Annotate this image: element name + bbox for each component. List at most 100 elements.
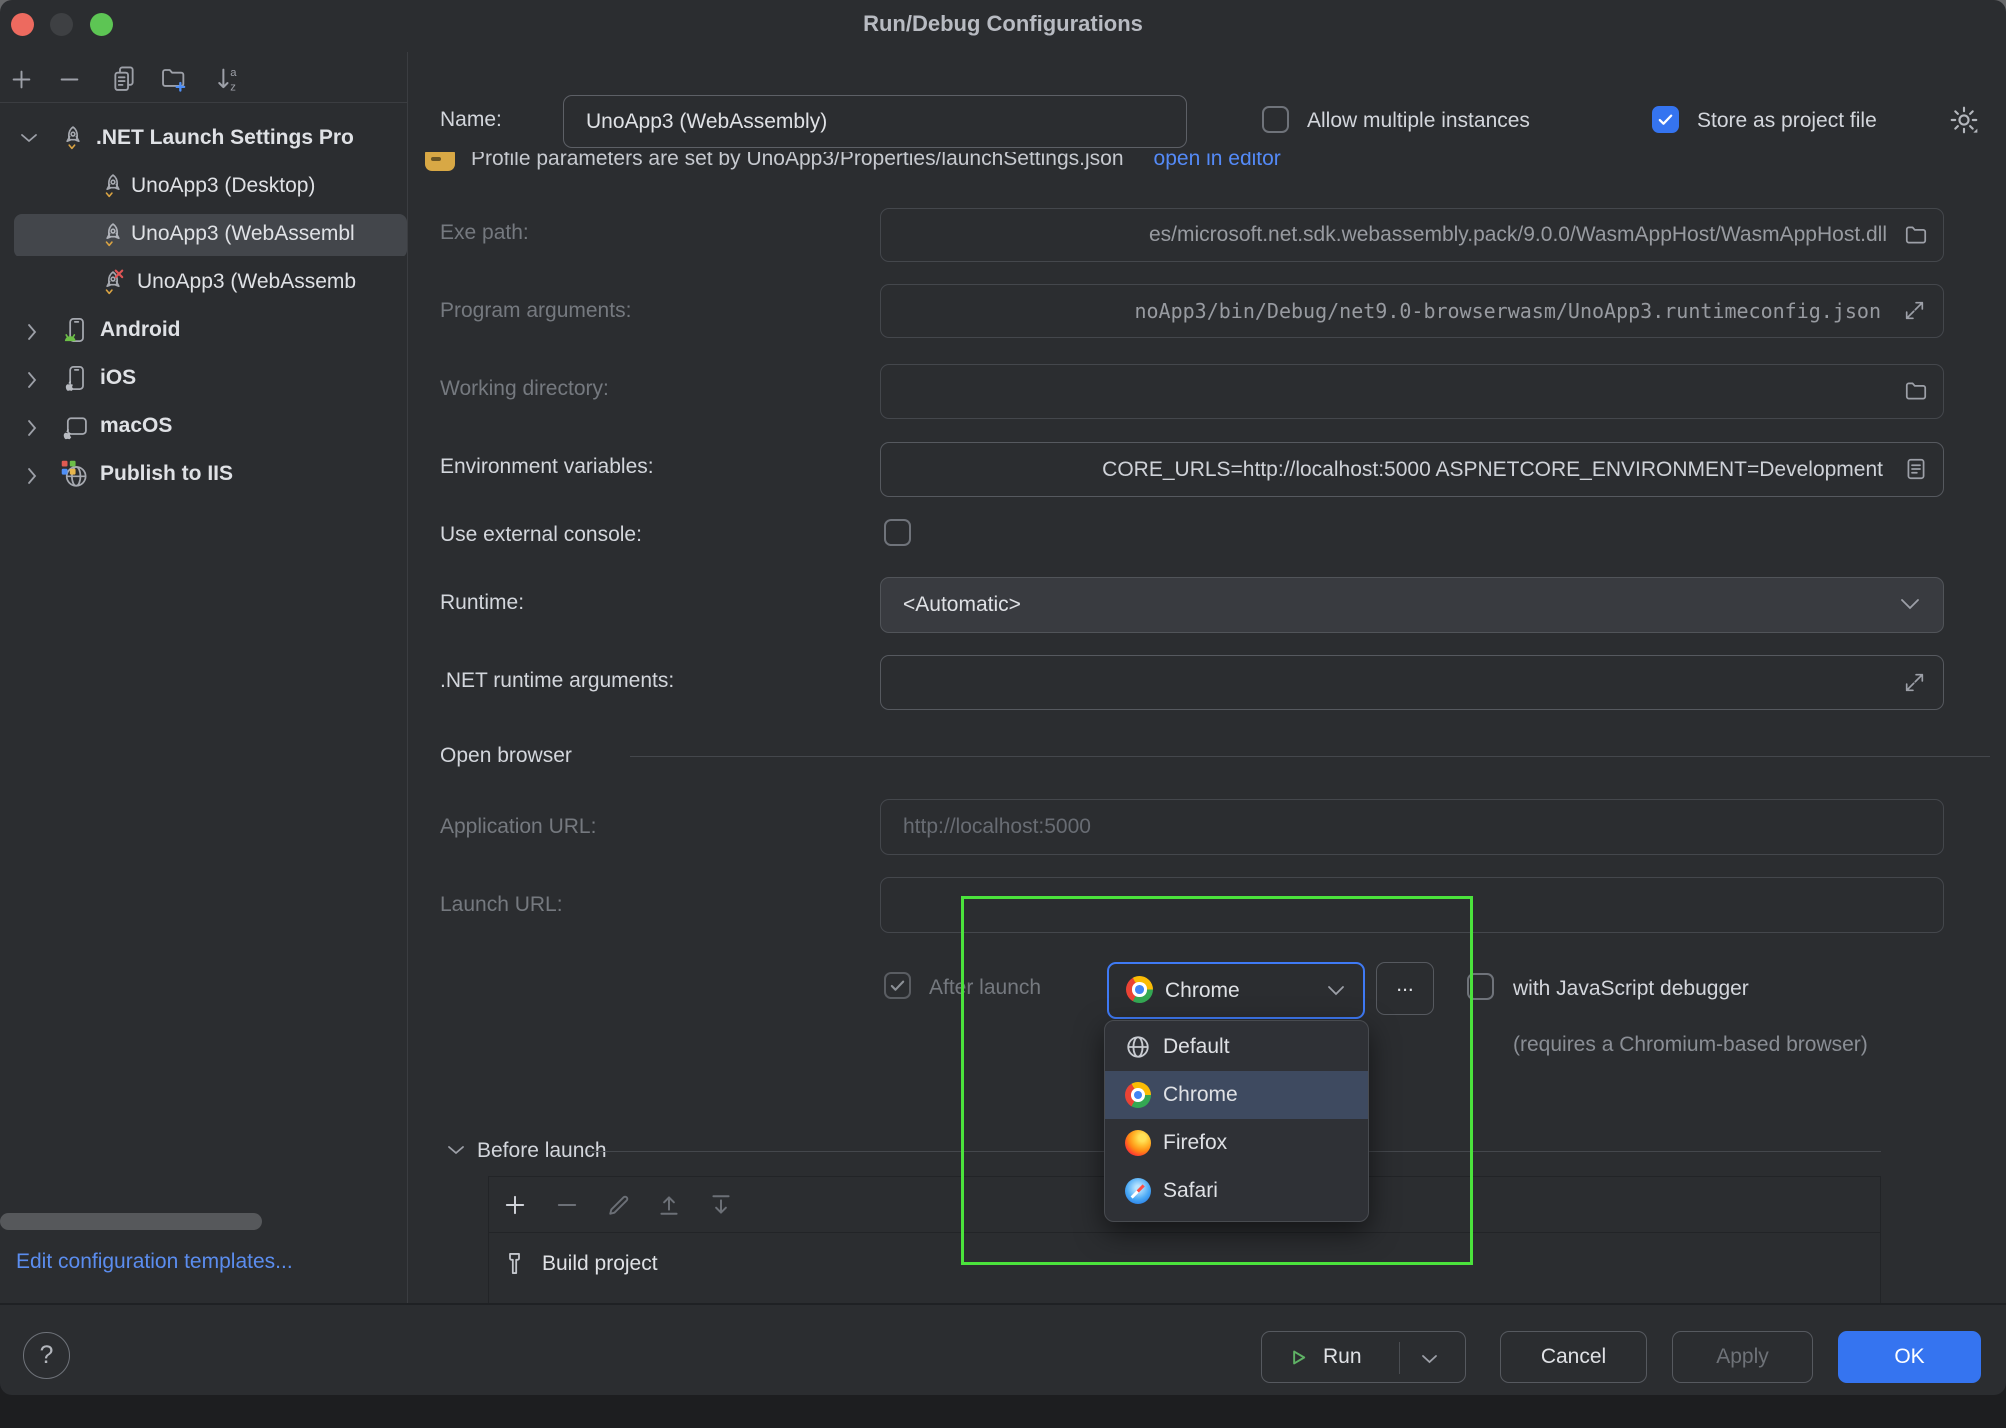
cancel-label: Cancel: [1541, 1345, 1606, 1369]
chevron-right-icon[interactable]: [26, 371, 38, 389]
chevron-right-icon[interactable]: [26, 419, 38, 437]
sidebar-horizontal-scrollbar[interactable]: [0, 1213, 262, 1230]
sidebar: az .NET Launch Settings Pro UnoApp3 (Des…: [0, 52, 408, 1303]
help-button[interactable]: ?: [23, 1332, 70, 1379]
chevron-down-icon[interactable]: [1420, 1353, 1439, 1365]
tree-item-label: Android: [100, 318, 180, 342]
apply-button[interactable]: Apply: [1672, 1331, 1813, 1383]
svg-text:a: a: [230, 67, 237, 79]
sidebar-item-android[interactable]: Android: [0, 308, 407, 352]
working-directory-input[interactable]: [880, 364, 1944, 419]
environment-variables-input[interactable]: CORE_URLS=http://localhost:5000 ASPNETCO…: [880, 442, 1944, 497]
folder-icon[interactable]: [1903, 222, 1929, 248]
new-folder-button[interactable]: [158, 64, 190, 94]
sidebar-item-ios[interactable]: iOS: [0, 356, 407, 400]
add-configuration-button[interactable]: [8, 66, 35, 93]
warning-icon: [425, 152, 455, 171]
tree-item-label: UnoApp3 (WebAssemb: [137, 270, 356, 294]
store-as-project-file-checkbox[interactable]: [1652, 106, 1679, 133]
help-label: ?: [40, 1341, 54, 1370]
use-external-console-checkbox[interactable]: [884, 519, 911, 546]
chevron-down-icon[interactable]: [20, 132, 38, 144]
move-task-up-button[interactable]: [655, 1191, 683, 1219]
run-split-button[interactable]: Run: [1261, 1331, 1466, 1383]
tree-item-label: Publish to IIS: [100, 462, 233, 486]
edit-task-button[interactable]: [605, 1191, 633, 1219]
popup-item-firefox[interactable]: Firefox: [1105, 1119, 1368, 1167]
popup-item-default[interactable]: Default: [1105, 1023, 1368, 1071]
open-in-editor-link[interactable]: open in editor: [1154, 152, 1281, 171]
popup-item-safari[interactable]: Safari: [1105, 1167, 1368, 1215]
sidebar-item-macos[interactable]: macOS: [0, 404, 407, 448]
store-as-project-file-label: Store as project file: [1697, 109, 1877, 133]
chevron-right-icon[interactable]: [26, 467, 38, 485]
name-input[interactable]: UnoApp3 (WebAssembly): [563, 95, 1187, 148]
sidebar-item-publish-to-iis[interactable]: Publish to IIS: [0, 452, 407, 496]
runtime-label: Runtime:: [440, 591, 524, 615]
browser-select[interactable]: Chrome: [1107, 962, 1365, 1019]
launch-url-input[interactable]: [880, 877, 1944, 933]
ellipsis-label: ...: [1396, 973, 1414, 997]
chevron-right-icon[interactable]: [26, 323, 38, 341]
program-arguments-label: Program arguments:: [440, 299, 631, 323]
browse-browsers-button[interactable]: ...: [1376, 962, 1434, 1015]
list-icon[interactable]: [1903, 456, 1929, 482]
add-task-button[interactable]: [501, 1191, 529, 1219]
sidebar-item-unoapp3-desktop[interactable]: UnoApp3 (Desktop): [0, 164, 407, 208]
exe-path-value: es/microsoft.net.sdk.webassembly.pack/9.…: [1149, 223, 1887, 247]
launch-url-label: Launch URL:: [440, 893, 563, 917]
gear-icon[interactable]: [1948, 104, 1980, 136]
cancel-button[interactable]: Cancel: [1500, 1331, 1647, 1383]
program-arguments-input[interactable]: noApp3/bin/Debug/net9.0-browserwasm/UnoA…: [880, 284, 1944, 338]
hammer-icon: [501, 1250, 528, 1277]
open-browser-divider: [630, 756, 1990, 757]
runtime-select[interactable]: <Automatic>: [880, 577, 1944, 633]
build-project-label: Build project: [542, 1252, 658, 1276]
copy-configuration-button[interactable]: [110, 64, 138, 94]
tree-item-label: macOS: [100, 414, 172, 438]
sort-configurations-button[interactable]: az: [214, 64, 244, 94]
rocket-run-config-icon: [100, 221, 126, 247]
ok-button[interactable]: OK: [1838, 1331, 1981, 1383]
remove-configuration-button[interactable]: [56, 66, 83, 93]
tree-item-label: .NET Launch Settings Pro: [96, 126, 354, 150]
chevron-down-icon[interactable]: [447, 1144, 465, 1156]
js-debugger-checkbox[interactable]: [1467, 973, 1494, 1000]
sidebar-item-unoapp3-webassembly-broken[interactable]: UnoApp3 (WebAssemb: [0, 260, 407, 304]
build-project-task-row[interactable]: Build project: [489, 1233, 1880, 1303]
svg-text:z: z: [230, 81, 236, 93]
move-task-down-button[interactable]: [707, 1191, 735, 1219]
run-debug-configurations-dialog: Run/Debug Configurations az .NET Launch …: [0, 0, 2006, 1395]
footer-divider: [0, 1303, 2006, 1305]
rocket-run-config-icon: [100, 172, 126, 198]
exe-path-input[interactable]: es/microsoft.net.sdk.webassembly.pack/9.…: [880, 208, 1944, 262]
name-value: UnoApp3 (WebAssembly): [586, 110, 827, 134]
working-directory-label: Working directory:: [440, 377, 609, 401]
android-phone-icon: [62, 316, 90, 344]
browser-dropdown-popup: Default Chrome Firefox Safari: [1104, 1020, 1369, 1222]
open-browser-section-title: Open browser: [440, 744, 572, 768]
folder-icon[interactable]: [1903, 378, 1929, 404]
tree-item-label: UnoApp3 (Desktop): [131, 174, 315, 198]
program-arguments-value: noApp3/bin/Debug/net9.0-browserwasm/UnoA…: [1134, 299, 1881, 323]
tree-item-label: UnoApp3 (WebAssembl: [131, 222, 355, 246]
application-url-input[interactable]: http://localhost:5000: [880, 799, 1944, 855]
expand-icon[interactable]: [1902, 670, 1927, 695]
rocket-folder-icon: [60, 124, 86, 150]
expand-icon[interactable]: [1902, 298, 1927, 323]
net-runtime-arguments-label: .NET runtime arguments:: [440, 669, 674, 693]
chevron-down-icon: [1326, 984, 1346, 997]
ok-label: OK: [1894, 1345, 1924, 1369]
allow-multiple-instances-checkbox[interactable]: [1262, 106, 1289, 133]
sidebar-item-net-launch-settings[interactable]: .NET Launch Settings Pro: [0, 116, 407, 160]
net-runtime-arguments-input[interactable]: [880, 655, 1944, 710]
name-label: Name:: [440, 108, 502, 132]
use-external-console-label: Use external console:: [440, 523, 642, 547]
sidebar-item-unoapp3-webassembly-selected[interactable]: UnoApp3 (WebAssembl: [0, 212, 407, 256]
chrome-icon: [1126, 976, 1153, 1003]
remove-task-button[interactable]: [553, 1191, 581, 1219]
edit-configuration-templates-link[interactable]: Edit configuration templates...: [16, 1250, 293, 1274]
after-launch-checkbox[interactable]: [884, 972, 911, 999]
apply-label: Apply: [1716, 1345, 1769, 1369]
popup-item-chrome[interactable]: Chrome: [1105, 1071, 1368, 1119]
